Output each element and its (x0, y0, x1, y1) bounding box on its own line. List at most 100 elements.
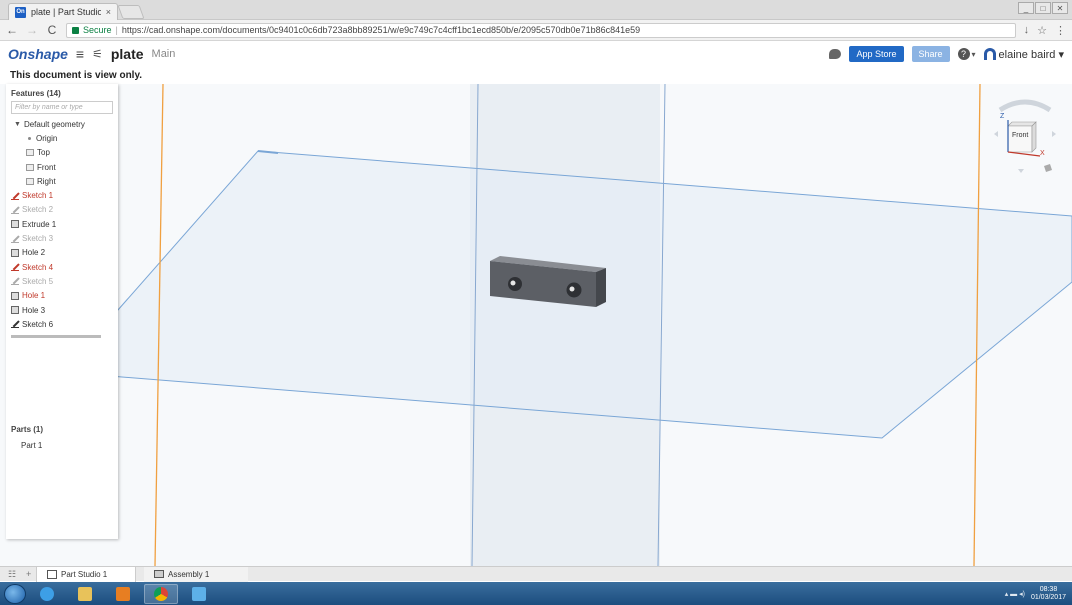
view-cube-face-label[interactable]: Front (1012, 132, 1028, 139)
taskbar-app[interactable] (182, 584, 216, 604)
rotate-arc-icon[interactable] (998, 99, 1052, 113)
feature-item-extrude-1[interactable]: Extrude 1 (6, 217, 118, 231)
plane-icon (26, 177, 34, 185)
feature-label: Sketch 6 (22, 319, 54, 329)
start-button[interactable] (4, 583, 26, 604)
forward-button[interactable]: → (26, 23, 38, 37)
window-controls: _ □ ✕ (1018, 2, 1068, 14)
hole-2-highlight (569, 286, 575, 292)
rotate-down-icon[interactable] (1018, 169, 1024, 173)
x-axis (1007, 151, 1041, 157)
feature-item-sketch-4[interactable]: Sketch 4 (6, 260, 118, 274)
feature-item-top[interactable]: Top (6, 146, 118, 160)
tab-assembly-1[interactable]: Assembly 1 (144, 566, 248, 582)
onshape-logo[interactable]: Onshape (8, 46, 68, 62)
reload-button[interactable]: C (46, 23, 58, 37)
address-bar-row: ← → C Secure | https://cad.onshape.com/d… (0, 20, 1072, 41)
feature-item-hole-2[interactable]: Hole 2 (6, 246, 118, 260)
feature-label: Front (37, 162, 56, 172)
new-tab-button[interactable] (117, 5, 145, 19)
taskbar-explorer[interactable] (68, 584, 102, 604)
back-button[interactable]: ← (6, 23, 18, 37)
rotate-right-icon[interactable] (1052, 131, 1056, 137)
hole-icon (11, 306, 19, 314)
plane-icon (26, 163, 34, 171)
close-tab-icon[interactable]: × (106, 7, 111, 17)
sketch-icon (11, 263, 19, 272)
graphics-viewport[interactable] (0, 84, 1072, 566)
outlook-icon (116, 586, 130, 601)
feature-item-hole-1[interactable]: Hole 1 (6, 289, 118, 303)
versions-icon[interactable]: ⚟ (92, 47, 103, 61)
element-tab-bar: ☷ + Part Studio 1 Assembly 1 (0, 566, 1072, 582)
help-icon[interactable]: ? (957, 48, 970, 60)
feature-item-default-geometry[interactable]: ▼ Default geometry (6, 117, 118, 131)
feature-item-sketch-1[interactable]: Sketch 1 (6, 188, 118, 202)
browser-menu-icon[interactable]: ⋮ (1055, 24, 1066, 37)
maximize-button[interactable]: □ (1035, 2, 1051, 14)
hole-icon (11, 248, 19, 257)
branch-name: Main (151, 48, 176, 60)
feature-label: Sketch 2 (22, 205, 54, 215)
feature-item-front[interactable]: Front (6, 160, 118, 174)
tab-label: Part Studio 1 (61, 569, 108, 579)
sketch-icon (11, 320, 19, 329)
feature-item-sketch-3[interactable]: Sketch 3 (6, 231, 118, 245)
view-only-notice: This document is view only. (10, 70, 143, 81)
taskbar-chrome[interactable] (144, 583, 178, 604)
feature-item-right[interactable]: Right (6, 174, 118, 188)
feature-label: Sketch 1 (22, 191, 54, 201)
user-menu[interactable]: elaine baird ▾ (983, 48, 1064, 61)
extension-icon[interactable]: ↓ (1024, 24, 1030, 37)
feature-label: Hole 3 (22, 305, 46, 315)
feature-item-sketch-2[interactable]: Sketch 2 (6, 203, 118, 217)
feature-item-origin[interactable]: Origin (6, 131, 118, 145)
feature-label: Sketch 5 (22, 276, 54, 286)
user-name: elaine baird ▾ (998, 48, 1064, 61)
tab-manager-icon[interactable]: ☷ (8, 569, 18, 579)
hamburger-menu-icon[interactable]: ≡ (76, 46, 84, 62)
url-input[interactable]: Secure | https://cad.onshape.com/documen… (66, 22, 1016, 38)
feature-item-hole-3[interactable]: Hole 3 (6, 303, 118, 317)
tray-icons[interactable]: ▴ ▬ ◂) (1005, 590, 1025, 598)
features-header: Features (14) (11, 89, 61, 98)
chevron-down-icon[interactable]: ▼ (14, 121, 21, 128)
sketch-icon (11, 235, 19, 243)
minimize-button[interactable]: _ (1018, 2, 1034, 14)
lock-icon (72, 26, 79, 34)
taskbar-ie[interactable] (30, 584, 64, 604)
browser-tab[interactable]: On plate | Part Studio 1 × (8, 3, 118, 20)
comment-icon[interactable] (829, 49, 842, 59)
feature-label: Top (37, 148, 50, 158)
app-store-button[interactable]: App Store (849, 46, 904, 62)
chrome-icon (154, 586, 168, 601)
plane-icon (26, 149, 34, 157)
extrude-icon (11, 220, 19, 229)
view-mode-icon[interactable] (1044, 164, 1052, 172)
feature-list-scrollbar[interactable] (11, 335, 101, 339)
help-caret-icon[interactable]: ▾ (972, 50, 976, 59)
origin-icon (28, 136, 31, 140)
feature-item-sketch-6[interactable]: Sketch 6 (6, 317, 118, 331)
close-window-button[interactable]: ✕ (1052, 2, 1068, 14)
system-tray: ▴ ▬ ◂) 08:38 01/03/2017 (1005, 586, 1072, 602)
share-button[interactable]: Share (911, 46, 950, 62)
feature-filter-input[interactable]: Filter by name or type (11, 101, 113, 114)
feature-label: Hole 2 (22, 248, 46, 258)
view-cube[interactable]: Front Z X (990, 96, 1060, 176)
bookmark-star-icon[interactable]: ☆ (1037, 24, 1047, 37)
feature-item-sketch-5[interactable]: Sketch 5 (6, 274, 118, 288)
add-tab-icon[interactable]: + (26, 569, 36, 579)
viewport-scene (109, 84, 1072, 566)
tab-part-studio-1[interactable]: Part Studio 1 (36, 566, 136, 582)
feature-label: Default geometry (23, 119, 85, 129)
feature-label: Extrude 1 (22, 219, 57, 229)
windows-taskbar: ▴ ▬ ◂) 08:38 01/03/2017 (0, 582, 1072, 605)
parts-list-item[interactable]: Part 1 (21, 441, 42, 450)
feature-label: Origin (36, 133, 58, 143)
clock[interactable]: 08:38 01/03/2017 (1031, 586, 1066, 602)
rotate-left-icon[interactable] (994, 131, 998, 137)
assembly-icon (154, 570, 164, 578)
taskbar-outlook[interactable] (106, 584, 140, 604)
parts-header: Parts (1) (11, 425, 44, 434)
